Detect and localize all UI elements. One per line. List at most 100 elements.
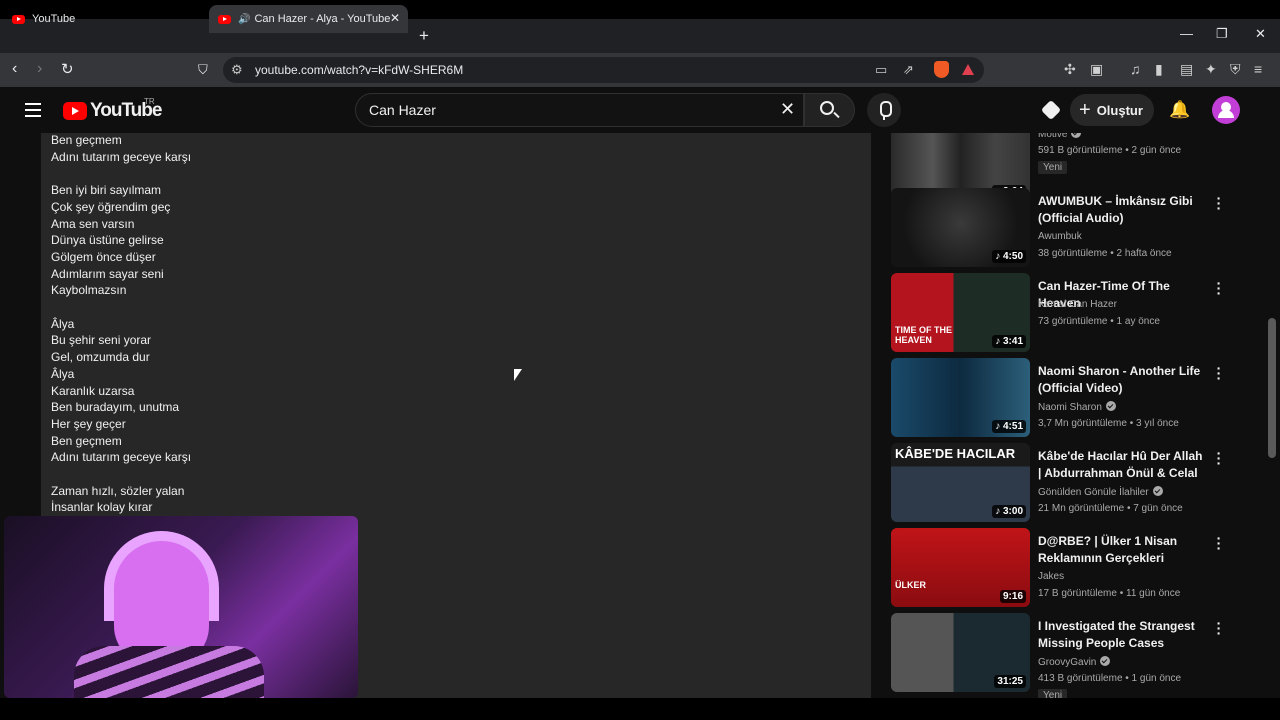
video-thumbnail[interactable]: ♪ 4:50 bbox=[891, 188, 1030, 267]
cast-icon[interactable]: ▭ bbox=[875, 62, 887, 78]
screenshot-icon[interactable]: ▣ bbox=[1090, 61, 1103, 78]
webcam-overlay bbox=[4, 516, 358, 698]
lyric-line: Bu şehir seni yorar bbox=[51, 333, 152, 348]
tab-can-hazer-alya[interactable]: 🔊 Can Hazer - Alya - YouTube ✕ bbox=[209, 5, 408, 33]
music-note-icon: ♪ bbox=[995, 336, 1003, 347]
tab-title: Can Hazer - Alya - YouTube bbox=[254, 13, 391, 25]
hamburger-menu-icon[interactable] bbox=[25, 103, 41, 121]
avatar[interactable] bbox=[1212, 96, 1240, 124]
video-meta: 21 Mn görüntüleme • 7 gün önce bbox=[1038, 503, 1183, 514]
lyric-line: Her şey geçer bbox=[51, 416, 126, 431]
forward-icon[interactable]: › bbox=[37, 60, 42, 78]
channel-name[interactable]: Awumbuk bbox=[1038, 231, 1082, 242]
speaker-icon[interactable]: 🔊 bbox=[238, 14, 250, 25]
video-meta: 3,7 Mn görüntüleme • 3 yıl önce bbox=[1038, 418, 1179, 429]
create-button[interactable]: + Oluştur bbox=[1070, 94, 1154, 126]
video-title[interactable]: Naomi Sharon - Another Life (Official Vi… bbox=[1038, 363, 1208, 397]
lyric-line: Âlya bbox=[51, 366, 75, 381]
more-options-icon[interactable]: · · · bbox=[1216, 616, 1222, 640]
clear-search-icon[interactable]: ✕ bbox=[780, 99, 795, 120]
video-card[interactable]: ÜLKER 9:16 D@RBE? | Ülker 1 Nisan Reklamın… bbox=[891, 528, 1231, 608]
search-input-value[interactable]: Can Hazer bbox=[369, 102, 436, 118]
notifications-bell-icon[interactable]: 🔔 bbox=[1169, 100, 1190, 120]
video-card[interactable]: 31:25 I Investigated the Strangest Missin… bbox=[891, 613, 1231, 698]
video-card[interactable]: TIME OF THE HEAVEN ♪ 3:41 Can Hazer-Time O… bbox=[891, 273, 1231, 353]
more-options-icon[interactable]: · · · bbox=[1216, 276, 1222, 300]
restore-icon[interactable]: ❐ bbox=[1216, 26, 1228, 42]
youtube-favicon-icon bbox=[12, 14, 25, 24]
channel-name[interactable]: Gönülden Gönüle İlahiler bbox=[1038, 486, 1163, 498]
channel-name[interactable]: Jakes bbox=[1038, 571, 1064, 582]
verified-icon bbox=[1071, 133, 1082, 138]
video-card[interactable]: KÂBE'DE HACILAR ♪ 3:00 Kâbe'de Hacılar Hû … bbox=[891, 443, 1231, 523]
sidebar-icon[interactable]: ▮ bbox=[1155, 61, 1163, 78]
close-window-icon[interactable]: ✕ bbox=[1255, 26, 1266, 42]
lyric-line: Ben iyi biri sayılmam bbox=[51, 183, 162, 198]
lyric-line: Adını tutarım geceye karşı bbox=[51, 450, 192, 465]
wallet-icon[interactable]: ▤ bbox=[1180, 61, 1193, 78]
more-options-icon[interactable]: · · · bbox=[1216, 361, 1222, 385]
video-card[interactable]: ♪ 4:50 AWUMBUK – İmkânsız Gibi (Official … bbox=[891, 188, 1231, 268]
more-options-icon[interactable]: · · · bbox=[1216, 191, 1222, 215]
music-icon[interactable]: ♫ bbox=[1130, 61, 1141, 77]
tab-close-icon[interactable]: ✕ bbox=[390, 11, 400, 25]
recommended-videos: ♪ 3:04Motive591 B görüntüleme • 2 gün ön… bbox=[891, 133, 1231, 698]
lyric-line: Âlya bbox=[51, 316, 75, 331]
video-duration: 31:25 bbox=[994, 675, 1026, 688]
verified-icon bbox=[1100, 656, 1111, 666]
video-duration: ♪ 3:00 bbox=[992, 505, 1026, 518]
menu-icon[interactable]: ≡ bbox=[1254, 61, 1262, 77]
new-tab-icon[interactable]: + bbox=[419, 26, 429, 46]
leo-icon[interactable]: ✦ bbox=[1205, 61, 1217, 78]
brave-rewards-icon[interactable] bbox=[962, 64, 974, 75]
video-title[interactable]: AWUMBUK – İmkânsız Gibi (Official Audio) bbox=[1038, 193, 1208, 227]
verified-icon bbox=[1105, 401, 1116, 411]
video-meta: 73 görüntüleme • 1 ay önce bbox=[1038, 316, 1160, 327]
thumbnail-text: ÜLKER bbox=[895, 580, 926, 590]
more-options-icon[interactable]: · · · bbox=[1216, 446, 1222, 470]
lyric-line: Çok şey öğrendim geç bbox=[51, 199, 171, 214]
lyric-line: Kaybolmazsın bbox=[51, 283, 127, 298]
video-title[interactable]: D@RBE? | Ülker 1 Nisan Reklamının Gerçek… bbox=[1038, 533, 1208, 567]
new-badge: Yeni bbox=[1038, 161, 1068, 174]
lyric-line: Ben geçmem bbox=[51, 133, 122, 147]
video-thumbnail[interactable]: KÂBE'DE HACILAR ♪ 3:00 bbox=[891, 443, 1030, 522]
video-thumbnail[interactable]: ♪ 4:51 bbox=[891, 358, 1030, 437]
minimize-icon[interactable]: — bbox=[1180, 26, 1193, 41]
site-info-icon[interactable]: ⚙ bbox=[231, 62, 243, 78]
share-icon[interactable]: ⇗ bbox=[903, 62, 914, 78]
lyric-line: Ben geçmem bbox=[51, 433, 122, 448]
striped-shirt bbox=[74, 646, 264, 698]
vpn-icon[interactable]: ⛨ bbox=[1230, 61, 1241, 78]
channel-name[interactable]: Motive bbox=[1038, 133, 1082, 140]
video-duration: ♪ 3:41 bbox=[992, 335, 1026, 348]
video-thumbnail[interactable]: ÜLKER 9:16 bbox=[891, 528, 1030, 607]
voice-search-icon[interactable] bbox=[867, 93, 901, 127]
more-options-icon[interactable]: · · · bbox=[1216, 531, 1222, 555]
bookmark-icon[interactable]: ⛉ bbox=[198, 62, 208, 78]
reload-icon[interactable]: ↻ bbox=[61, 60, 74, 78]
lyric-line: Zaman hızlı, sözler yalan bbox=[51, 483, 185, 498]
music-note-icon: ♪ bbox=[995, 506, 1003, 517]
video-meta: 591 B görüntüleme • 2 gün önce bbox=[1038, 145, 1182, 156]
video-title[interactable]: I Investigated the Strangest Missing Peo… bbox=[1038, 618, 1208, 652]
video-thumbnail[interactable]: 31:25 bbox=[891, 613, 1030, 692]
video-title[interactable]: Kâbe'de Hacılar Hû Der Allah | Abdurrahm… bbox=[1038, 448, 1208, 482]
headphones bbox=[104, 531, 219, 621]
channel-name[interactable]: Kemal Can Hazer bbox=[1038, 299, 1117, 310]
video-thumbnail[interactable]: TIME OF THE HEAVEN ♪ 3:41 bbox=[891, 273, 1030, 352]
channel-name[interactable]: Naomi Sharon bbox=[1038, 401, 1116, 413]
back-icon[interactable]: ‹ bbox=[12, 60, 17, 78]
lyric-line: Dünya üstüne gelirse bbox=[51, 233, 164, 248]
search-icon[interactable] bbox=[820, 101, 834, 115]
music-note-icon: ♪ bbox=[995, 421, 1003, 432]
scrollbar-thumb[interactable] bbox=[1268, 318, 1276, 458]
brave-shields-icon[interactable] bbox=[934, 61, 949, 78]
tab-youtube[interactable]: YouTube bbox=[6, 5, 206, 33]
url-text[interactable]: youtube.com/watch?v=kFdW-SHER6M bbox=[255, 63, 463, 77]
extensions-icon[interactable]: ✣ bbox=[1064, 61, 1076, 78]
video-duration: 9:16 bbox=[999, 590, 1026, 603]
lyric-line: İnsanlar kolay kırar bbox=[51, 500, 153, 515]
channel-name[interactable]: GroovyGavin bbox=[1038, 656, 1111, 668]
video-card[interactable]: ♪ 4:51 Naomi Sharon - Another Life (Offic… bbox=[891, 358, 1231, 438]
